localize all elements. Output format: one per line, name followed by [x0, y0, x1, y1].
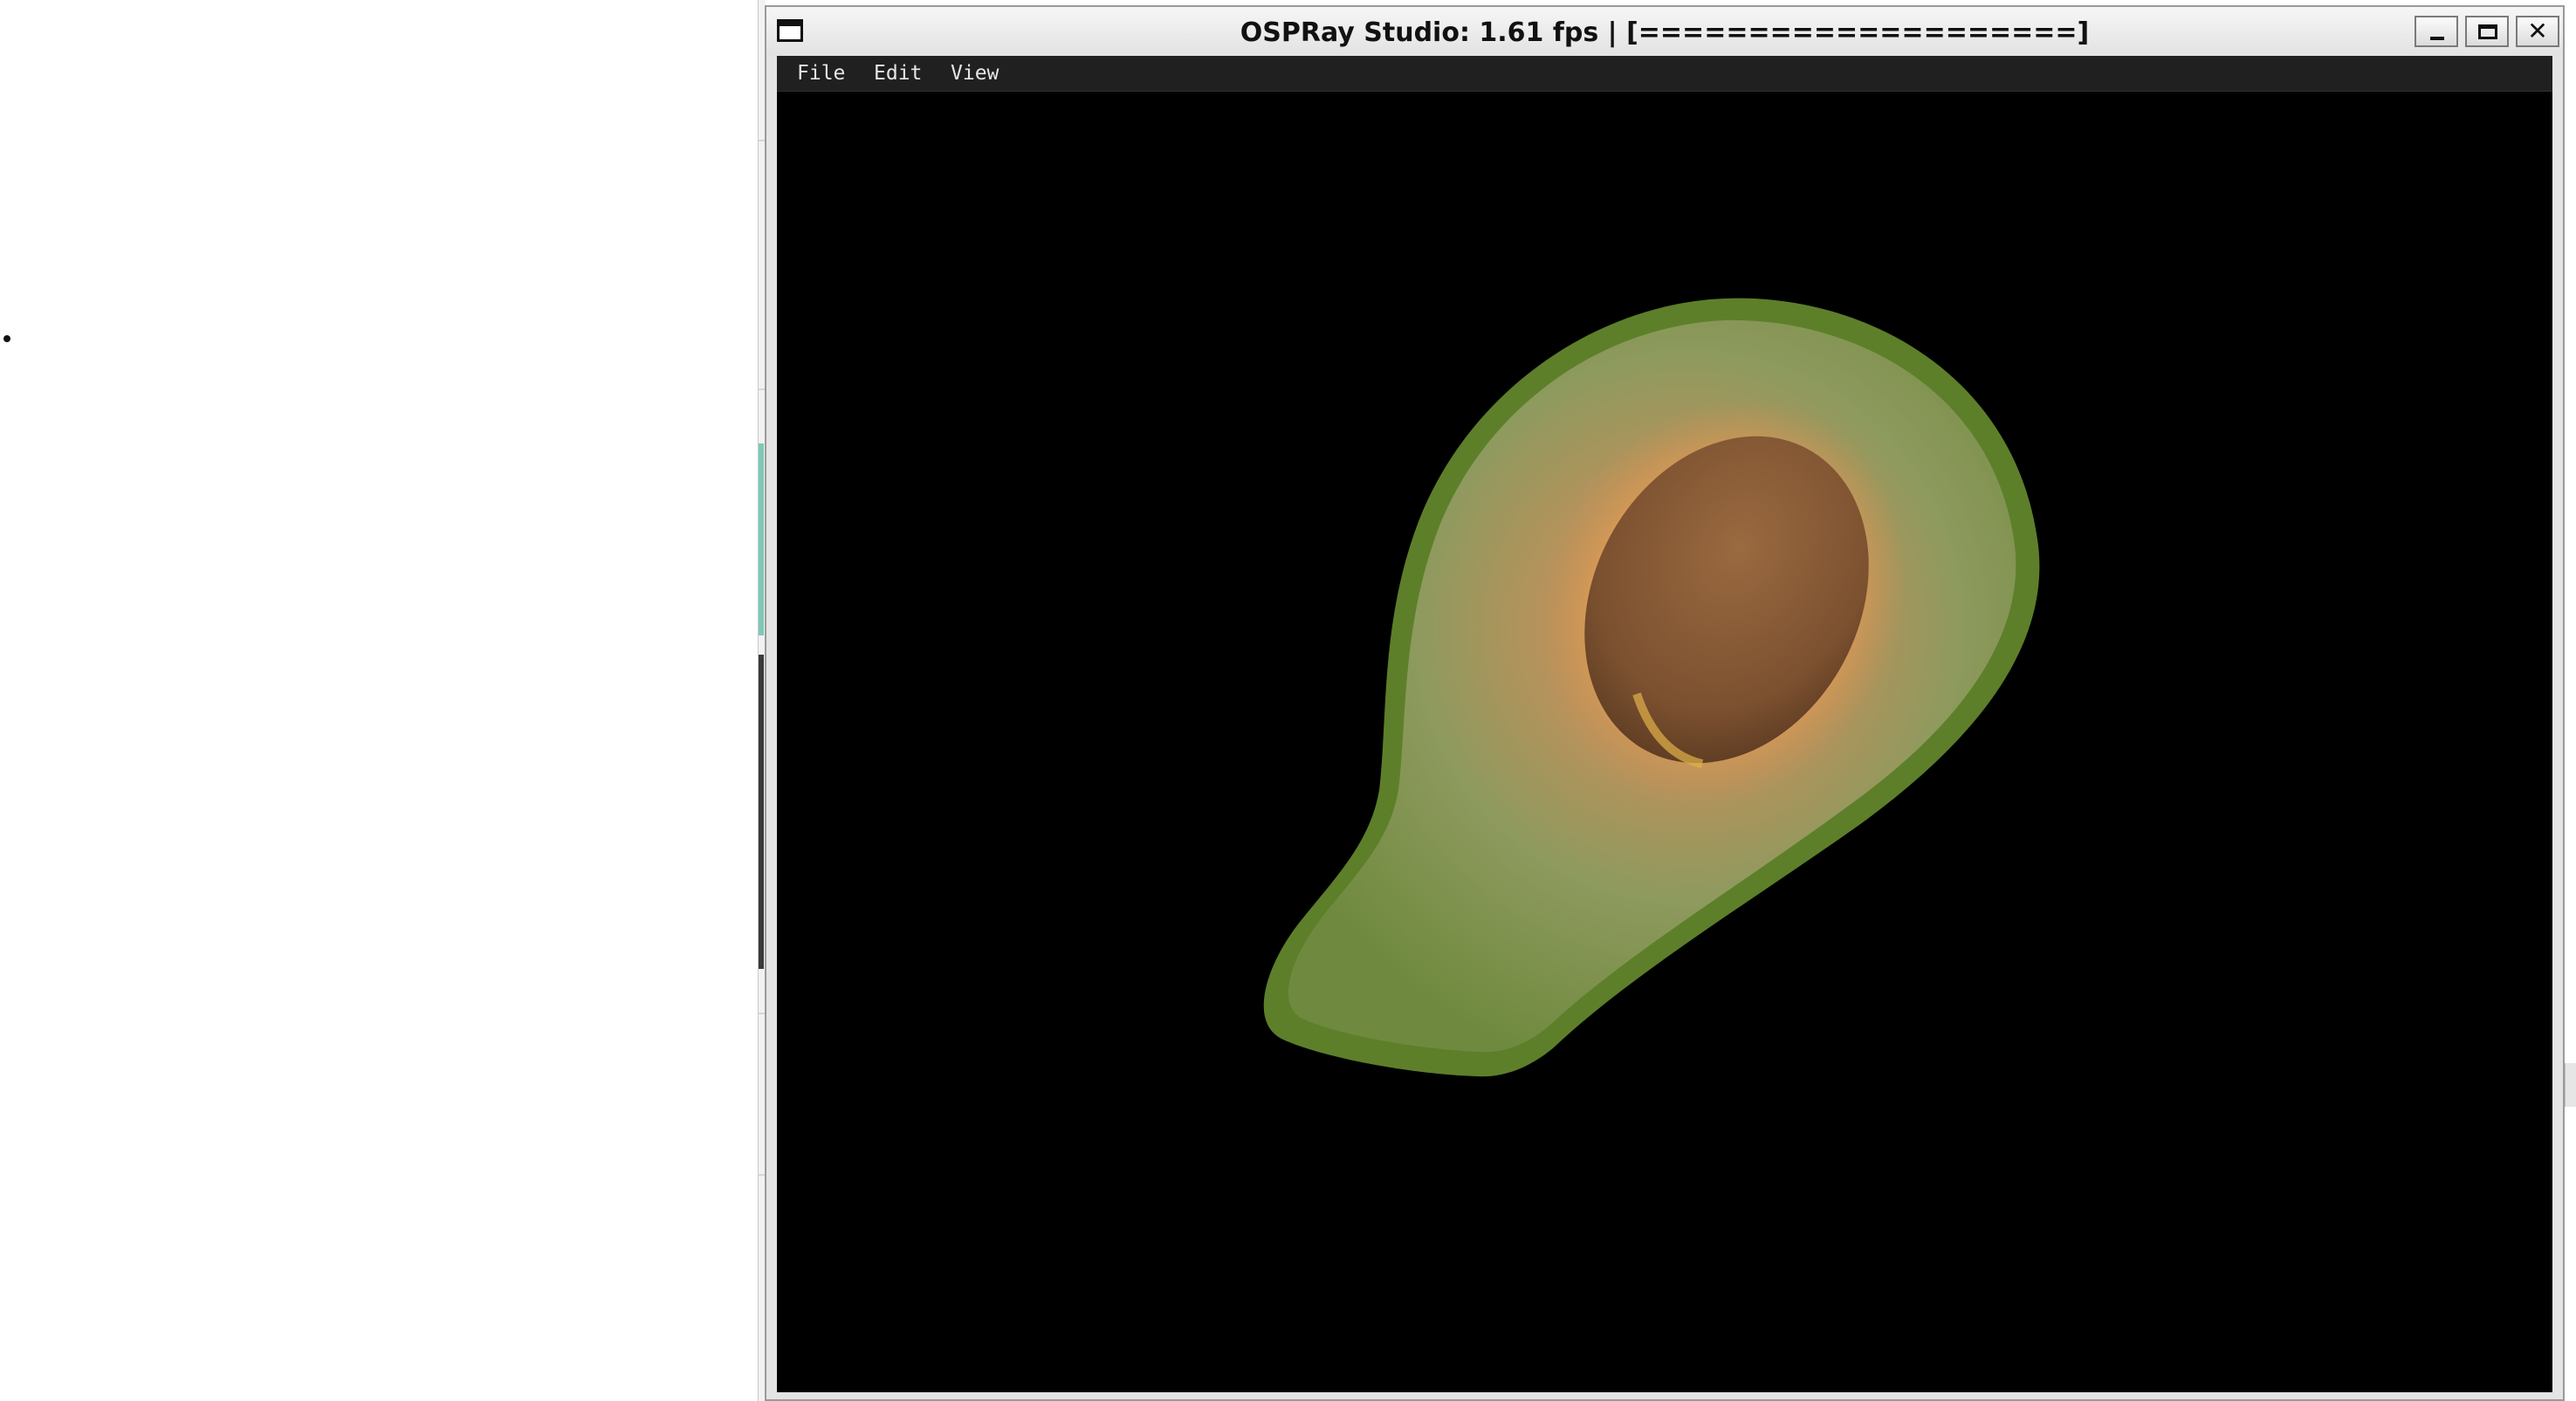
window-client-area: File Edit View — [777, 56, 2552, 1392]
bullet-dot — [3, 335, 10, 342]
minimize-icon — [2430, 37, 2444, 40]
menu-file[interactable]: File — [797, 62, 845, 85]
minimize-button[interactable] — [2415, 16, 2458, 47]
ospray-studio-window: OSPRay Studio: 1.61 fps | [=============… — [765, 5, 2565, 1401]
window-titlebar[interactable]: OSPRay Studio: 1.61 fps | [=============… — [766, 7, 2563, 56]
menu-edit[interactable]: Edit — [874, 62, 922, 85]
menu-bar: File Edit View — [777, 56, 2552, 92]
background-window-scrollbar[interactable] — [759, 655, 764, 969]
avocado-render — [1263, 298, 2040, 1077]
maximize-icon — [2478, 24, 2497, 39]
maximize-button[interactable] — [2465, 16, 2509, 47]
close-button[interactable]: ✕ — [2516, 16, 2559, 47]
menu-view[interactable]: View — [951, 62, 999, 85]
background-window-accent — [759, 443, 764, 635]
render-viewport[interactable] — [777, 92, 2552, 1392]
close-icon: ✕ — [2527, 17, 2548, 45]
background-scroll-handle[interactable] — [2565, 1063, 2576, 1107]
window-title: OSPRay Studio: 1.61 fps | [=============… — [1240, 17, 2090, 48]
